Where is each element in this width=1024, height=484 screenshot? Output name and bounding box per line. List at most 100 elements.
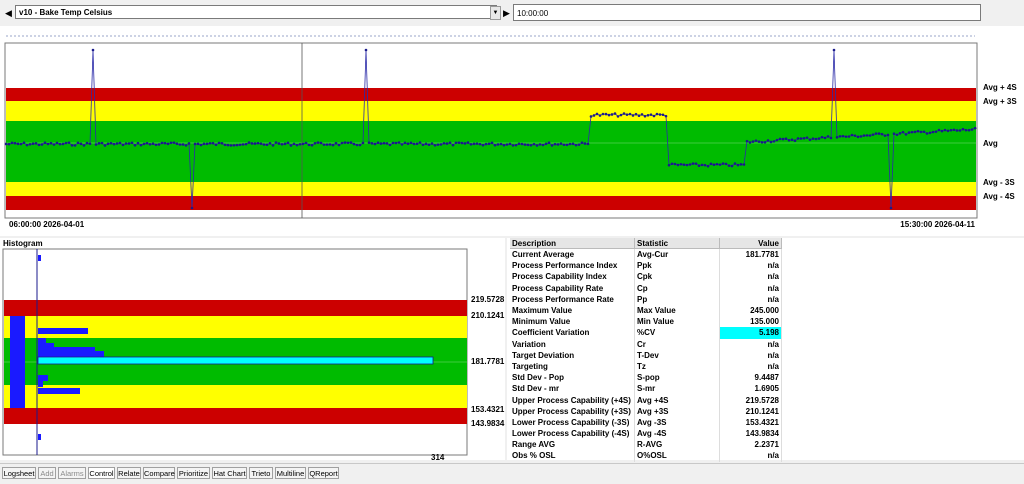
- series-point: [916, 129, 920, 133]
- series-point: [478, 142, 482, 146]
- col-header-value[interactable]: Value: [719, 238, 782, 249]
- table-header-row: Description Statistic Value: [510, 238, 782, 249]
- cell-value: 210.1241: [719, 405, 782, 417]
- table-row[interactable]: Process Performance Index Ppk n/a: [510, 260, 782, 272]
- table-row[interactable]: Std Dev - mr S-mr 1.6905: [510, 383, 782, 395]
- cell-description: Std Dev - Pop: [510, 372, 635, 384]
- table-row[interactable]: Process Capability Rate Cp n/a: [510, 282, 782, 294]
- series-point: [925, 132, 929, 135]
- tab-hat-chart[interactable]: Hat Chart: [212, 467, 247, 479]
- series-point: [331, 143, 335, 147]
- series-point: [526, 143, 530, 147]
- series-point: [940, 129, 944, 133]
- series-point: [607, 113, 611, 117]
- tab-qreport[interactable]: QReport: [308, 467, 339, 479]
- series-point: [172, 141, 176, 144]
- series-point: [514, 143, 518, 147]
- table-row[interactable]: Targeting Tz n/a: [510, 360, 782, 373]
- series-point: [652, 114, 656, 118]
- series-point: [409, 141, 413, 145]
- cell-statistic: Min Value: [634, 316, 720, 328]
- series-point: [403, 141, 407, 145]
- series-point: [394, 141, 398, 145]
- series-point: [247, 141, 251, 144]
- series-point: [334, 141, 338, 145]
- series-point: [295, 143, 299, 147]
- tab-trieto[interactable]: Trieto: [249, 467, 273, 479]
- time-input[interactable]: 10:00:00: [513, 4, 981, 21]
- series-point: [745, 139, 749, 143]
- tab-relate[interactable]: Relate: [117, 467, 141, 479]
- series-point: [622, 112, 626, 115]
- next-variable-arrow-icon[interactable]: ▶: [502, 5, 511, 21]
- series-point: [160, 141, 164, 145]
- series-point: [739, 163, 743, 166]
- series-point: [781, 137, 785, 141]
- cell-value: n/a: [719, 271, 782, 283]
- histogram-bar: [38, 255, 41, 261]
- series-point: [388, 143, 392, 147]
- series-point: [283, 142, 287, 146]
- series-point: [145, 141, 149, 145]
- series-point: [778, 137, 782, 141]
- table-row[interactable]: Obs % OSL O%OSL n/a: [510, 450, 782, 462]
- series-point: [4, 142, 8, 146]
- cell-statistic: Max Value: [634, 304, 720, 317]
- chevron-down-icon[interactable]: ▼: [490, 6, 501, 20]
- series-point: [907, 131, 911, 134]
- table-row[interactable]: Maximum Value Max Value 245.000: [510, 304, 782, 317]
- band-label-avg-minus-4s: Avg - 4S: [983, 192, 1015, 201]
- cell-description: Range AVG: [510, 439, 635, 451]
- table-row[interactable]: Minimum Value Min Value 135.000: [510, 316, 782, 328]
- table-row[interactable]: Lower Process Capability (-3S) Avg -3S 153…: [510, 416, 782, 428]
- tab-multiline[interactable]: Multiline: [275, 467, 306, 479]
- table-row[interactable]: Process Performance Rate Pp n/a: [510, 293, 782, 305]
- series-point: [127, 142, 131, 145]
- series-point: [835, 136, 839, 139]
- series-point: [199, 143, 203, 147]
- variable-select[interactable]: v10 - Bake Temp Celsius: [15, 5, 497, 19]
- table-row[interactable]: Target Deviation T-Dev n/a: [510, 349, 782, 361]
- table-row[interactable]: Current Average Avg-Cur 181.7781: [510, 248, 782, 261]
- col-header-statistic[interactable]: Statistic: [634, 238, 720, 249]
- series-point: [217, 141, 221, 145]
- series-point: [736, 163, 740, 167]
- series-point: [88, 142, 92, 146]
- series-point: [697, 164, 701, 168]
- series-point: [304, 141, 308, 145]
- prev-variable-arrow-icon[interactable]: ◀: [4, 5, 13, 21]
- series-point: [577, 143, 581, 146]
- control-chart[interactable]: Avg + 4S Avg + 3S Avg Avg - 3S Avg - 4S …: [0, 26, 1024, 236]
- hist-label-avg: 181.7781: [471, 357, 505, 366]
- series-point: [226, 143, 230, 147]
- series-point: [325, 143, 329, 146]
- table-row[interactable]: Coefficient Variation %CV 5.198: [510, 327, 782, 339]
- series-point: [637, 114, 641, 118]
- series-point: [667, 163, 671, 167]
- table-row[interactable]: Upper Process Capability (+3S) Avg +3S 210…: [510, 405, 782, 417]
- series-point: [406, 142, 410, 146]
- series-point: [58, 142, 62, 146]
- series-point: [880, 132, 884, 136]
- tab-logsheet[interactable]: Logsheet: [2, 467, 36, 479]
- col-header-description[interactable]: Description: [510, 238, 635, 249]
- table-row[interactable]: Process Capability Index Cpk n/a: [510, 271, 782, 283]
- tab-compare[interactable]: Compare: [143, 467, 175, 479]
- table-row[interactable]: Std Dev - Pop S-pop 9.4487: [510, 372, 782, 384]
- series-point: [307, 143, 311, 147]
- tab-prioritize[interactable]: Prioritize: [177, 467, 210, 479]
- table-row[interactable]: Range AVG R-AVG 2.2371: [510, 439, 782, 451]
- histogram-bar: [38, 351, 104, 357]
- table-row[interactable]: Upper Process Capability (+4S) Avg +4S 219…: [510, 394, 782, 406]
- tab-control[interactable]: Control: [88, 467, 115, 479]
- table-row[interactable]: Variation Cr n/a: [510, 338, 782, 350]
- series-point: [13, 141, 17, 145]
- series-point: [253, 142, 257, 145]
- series-point: [469, 143, 473, 146]
- table-row[interactable]: Lower Process Capability (-4S) Avg -4S 143…: [510, 428, 782, 440]
- series-point: [373, 142, 377, 146]
- histogram-chart[interactable]: 219.5728 210.1241 181.7781 153.4321 143.…: [0, 238, 505, 462]
- series-point: [118, 141, 122, 145]
- cell-description: Minimum Value: [510, 316, 635, 328]
- series-point: [568, 142, 572, 146]
